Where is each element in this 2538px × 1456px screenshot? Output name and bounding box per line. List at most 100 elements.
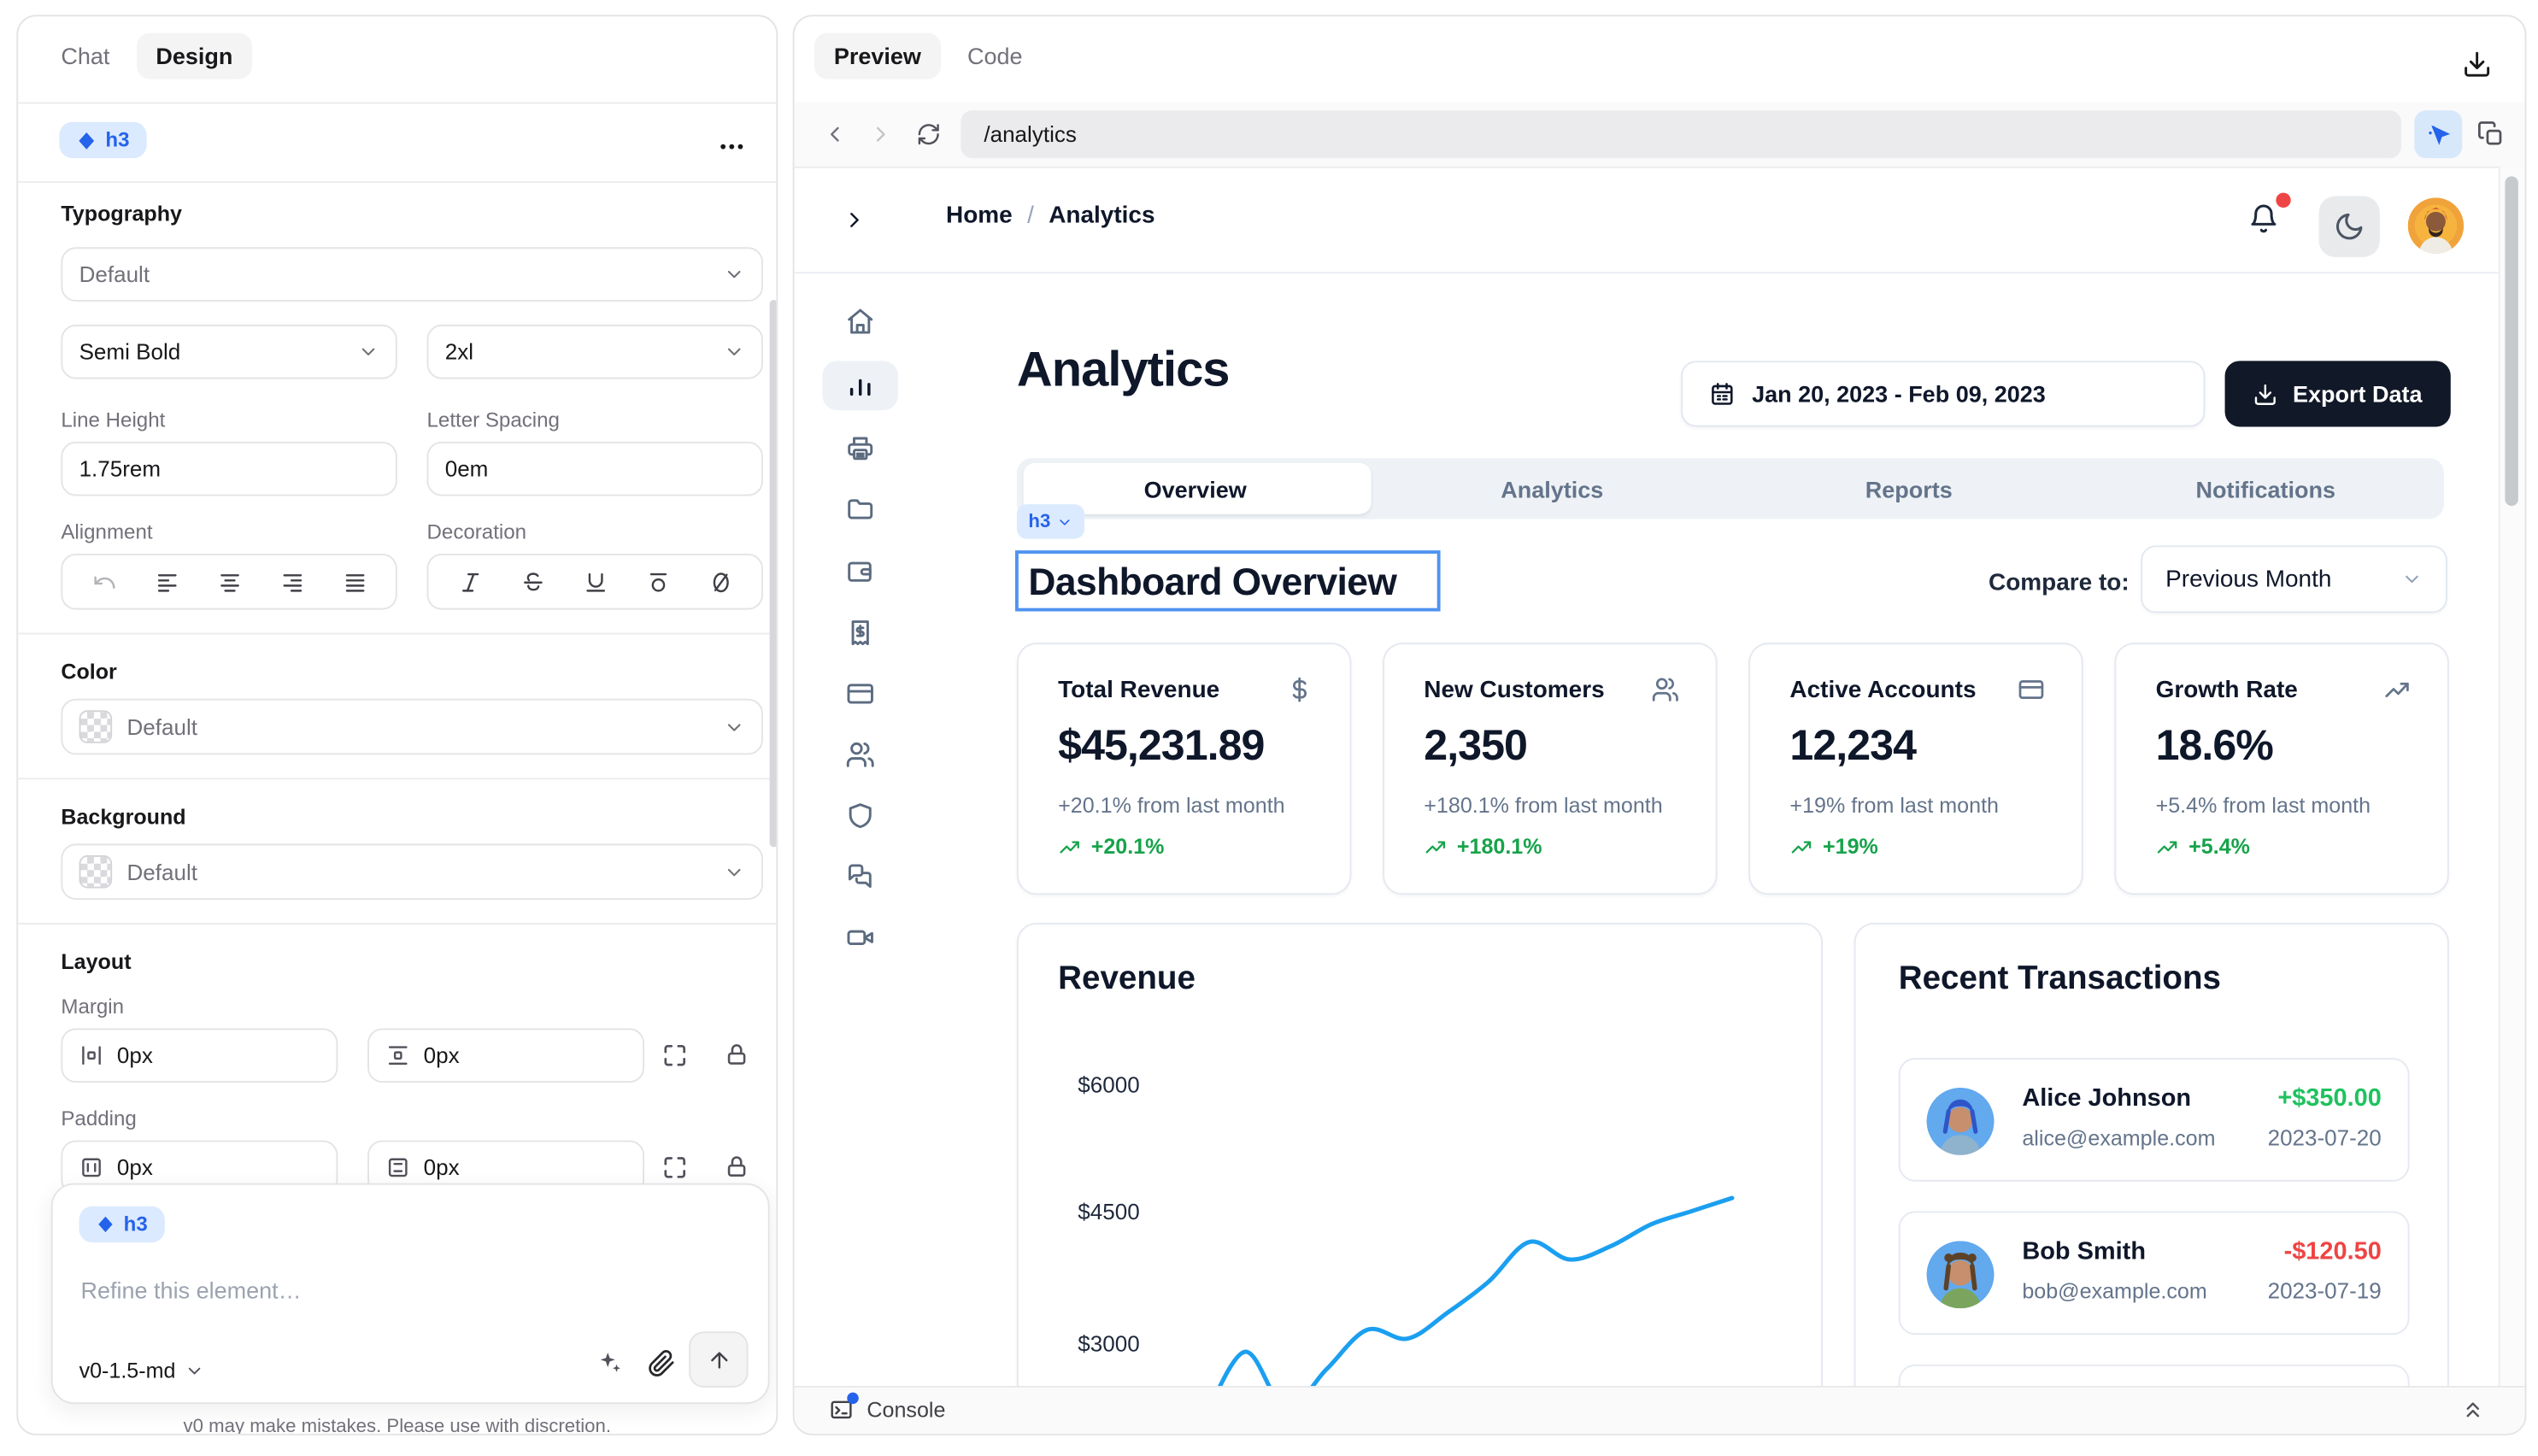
tab-analytics[interactable]: Analytics <box>1373 475 1730 502</box>
preview-panel: Preview Code /analytics Home / Ana <box>793 15 2527 1435</box>
refine-composer: h3 Refine this element… v0-1.5-md <box>51 1183 770 1404</box>
clear-format-icon[interactable] <box>708 569 732 594</box>
url-input[interactable]: /analytics <box>961 110 2401 158</box>
transparent-swatch-icon <box>79 855 113 889</box>
preview-scrollbar-thumb[interactable] <box>2505 176 2517 506</box>
trending-up-icon <box>2156 835 2179 858</box>
align-center-icon[interactable] <box>217 569 242 594</box>
selected-element-badge[interactable]: h3 <box>59 122 145 158</box>
avatar[interactable] <box>2408 197 2465 254</box>
margin-lock-icon[interactable] <box>724 1042 750 1068</box>
strikethrough-icon[interactable] <box>520 569 544 594</box>
sidebar-item-home[interactable] <box>822 296 898 346</box>
tab-preview[interactable]: Preview <box>814 33 941 79</box>
italic-icon[interactable] <box>457 569 482 594</box>
preview-scrollbar-track[interactable] <box>2499 167 2525 1388</box>
sidebar-item-analytics[interactable] <box>822 361 898 410</box>
composer-element-badge[interactable]: h3 <box>79 1206 165 1242</box>
font-weight-select[interactable]: Semi Bold <box>61 325 397 379</box>
padding-lock-icon[interactable] <box>724 1154 750 1180</box>
element-menu-button[interactable] <box>717 132 747 161</box>
tab-notifications[interactable]: Notifications <box>2088 475 2445 502</box>
chevron-down-icon <box>1057 514 1073 530</box>
transaction-row[interactable]: Bob Smith bob@example.com -$120.50 2023-… <box>1899 1211 2410 1335</box>
breadcrumb: Home / Analytics <box>946 203 1155 229</box>
margin-x-input[interactable]: 0px <box>61 1028 338 1083</box>
transaction-row[interactable]: Alice Johnson alice@example.com +$350.00… <box>1899 1058 2410 1182</box>
align-justify-icon[interactable] <box>342 569 367 594</box>
selected-heading-outline[interactable]: Dashboard Overview <box>1015 550 1441 611</box>
typography-heading: Typography <box>61 201 182 226</box>
font-size-select[interactable]: 2xl <box>426 325 762 379</box>
attach-icon[interactable] <box>648 1349 676 1377</box>
overline-icon[interactable] <box>645 569 670 594</box>
font-select[interactable]: Default <box>61 247 763 302</box>
padding-vertical-icon <box>385 1155 410 1180</box>
sidebar-item-wallet[interactable] <box>822 547 898 596</box>
selection-tag[interactable]: h3 <box>1017 504 1085 538</box>
fullscreen-icon[interactable] <box>2523 120 2527 149</box>
underline-icon[interactable] <box>583 569 608 594</box>
sidebar-toggle-icon[interactable] <box>842 208 867 232</box>
sidebar-item-cards[interactable] <box>822 669 898 719</box>
padding-horizontal-icon <box>79 1155 104 1180</box>
users-icon <box>845 740 875 770</box>
line-height-input[interactable]: 1.75rem <box>61 442 397 496</box>
sidebar-item-messages[interactable] <box>822 852 898 901</box>
send-button[interactable] <box>689 1331 748 1388</box>
sidebar-item-video[interactable] <box>822 913 898 962</box>
sidebar-item-security[interactable] <box>822 791 898 841</box>
download-icon[interactable] <box>2462 50 2492 79</box>
background-select[interactable]: Default <box>61 843 763 900</box>
tab-chat[interactable]: Chat <box>41 33 129 79</box>
decoration-toolbar <box>426 554 762 610</box>
refine-input[interactable]: Refine this element… <box>80 1277 301 1304</box>
console-bar[interactable]: Console <box>795 1386 2525 1434</box>
tab-overview[interactable]: Overview <box>1017 475 1374 502</box>
sidebar-item-users[interactable] <box>822 730 898 779</box>
compare-select[interactable]: Previous Month <box>2141 545 2447 613</box>
sparkles-icon[interactable] <box>595 1348 623 1377</box>
tab-reports[interactable]: Reports <box>1730 475 2088 502</box>
notification-dot <box>2276 193 2290 208</box>
chevron-down-icon <box>357 341 379 362</box>
export-data-button[interactable]: Export Data <box>2225 361 2451 426</box>
copy-icon[interactable] <box>2477 120 2506 149</box>
sidebar-item-invoices[interactable] <box>822 424 898 473</box>
decoration-label: Decoration <box>426 520 526 543</box>
align-left-icon[interactable] <box>154 569 179 594</box>
sidebar-item-receipts[interactable] <box>822 608 898 658</box>
align-right-icon[interactable] <box>279 569 304 594</box>
undo-icon[interactable] <box>91 569 116 594</box>
refresh-icon[interactable] <box>916 122 941 147</box>
stat-delta: +19% <box>1789 834 1877 859</box>
transactions-title: Recent Transactions <box>1899 960 2221 998</box>
inspect-mode-button[interactable] <box>2414 110 2462 158</box>
margin-expand-icon[interactable] <box>661 1042 689 1070</box>
stat-card-total-revenue: Total Revenue $45,231.89 +20.1% from las… <box>1017 643 1351 895</box>
margin-y-input[interactable]: 0px <box>367 1028 644 1083</box>
sidebar-item-files[interactable] <box>822 484 898 534</box>
color-select[interactable]: Default <box>61 699 763 755</box>
tab-code[interactable]: Code <box>948 33 1043 79</box>
v0-workspace: Chat Design h3 Typography Default Semi B… <box>0 0 2538 1456</box>
nav-forward-icon[interactable] <box>868 122 893 147</box>
calendar-icon <box>1709 380 1736 407</box>
app-header: Home / Analytics <box>795 167 2525 273</box>
date-range-button[interactable]: Jan 20, 2023 - Feb 09, 2023 <box>1681 361 2205 426</box>
trending-up-icon <box>1789 835 1812 858</box>
margin-label: Margin <box>61 995 124 1019</box>
letter-spacing-input[interactable]: 0em <box>426 442 762 496</box>
nav-back-icon[interactable] <box>822 122 847 147</box>
theme-toggle-button[interactable] <box>2318 196 2379 256</box>
messages-icon <box>845 862 875 892</box>
notifications-bell-icon[interactable] <box>2248 203 2280 234</box>
model-select[interactable]: v0-1.5-md <box>79 1358 204 1383</box>
chevrons-up-icon[interactable] <box>2460 1397 2485 1422</box>
breadcrumb-home[interactable]: Home <box>946 203 1013 229</box>
left-panel-scrollbar[interactable] <box>770 300 778 847</box>
stat-delta: +5.4% <box>2156 834 2250 859</box>
tab-design[interactable]: Design <box>136 33 252 79</box>
padding-expand-icon[interactable] <box>661 1154 689 1182</box>
avatar <box>1926 1241 1994 1308</box>
